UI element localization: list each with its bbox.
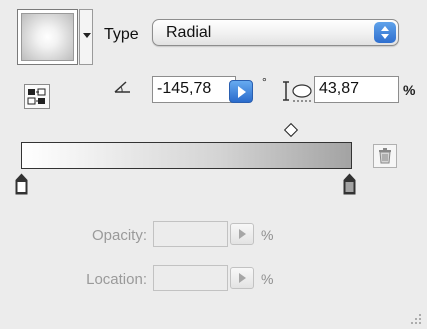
location-stepper-button[interactable]	[230, 267, 254, 289]
location-label: Location:	[86, 271, 147, 288]
opacity-unit: %	[261, 227, 274, 243]
swatch-menu-button[interactable]	[79, 9, 93, 65]
gradient-preview	[21, 13, 74, 61]
reverse-gradient-icon	[27, 88, 46, 105]
radius-unit: %	[403, 82, 416, 98]
angle-stepper-button[interactable]	[229, 80, 253, 103]
opacity-field[interactable]	[153, 221, 228, 247]
radius-field[interactable]: 43,87	[314, 76, 399, 103]
select-arrows-icon	[374, 22, 396, 43]
type-select[interactable]: Radial	[152, 19, 399, 46]
gradient-midpoint-handle[interactable]	[283, 122, 299, 138]
trash-icon	[379, 148, 391, 164]
angle-icon	[114, 81, 130, 93]
gradient-stop-left[interactable]	[15, 173, 28, 195]
radius-icon	[283, 81, 312, 102]
delete-stop-button[interactable]	[373, 144, 397, 168]
location-field[interactable]	[153, 265, 228, 291]
reverse-gradient-button[interactable]	[24, 84, 50, 109]
opacity-label: Opacity:	[91, 227, 147, 244]
type-select-value: Radial	[166, 24, 212, 41]
type-label: Type	[104, 26, 139, 43]
gradient-stop-right[interactable]	[343, 173, 356, 195]
gradient-panel: Type Radial -145,78 ° 43,87 % Opacity: %…	[0, 0, 427, 329]
resize-grip-icon[interactable]	[408, 311, 422, 325]
location-unit: %	[261, 271, 274, 287]
angle-field[interactable]: -145,78	[152, 76, 236, 103]
angle-unit: °	[262, 75, 267, 89]
opacity-stepper-button[interactable]	[230, 223, 254, 245]
gradient-swatch[interactable]	[17, 9, 78, 65]
gradient-ramp[interactable]	[21, 142, 352, 169]
